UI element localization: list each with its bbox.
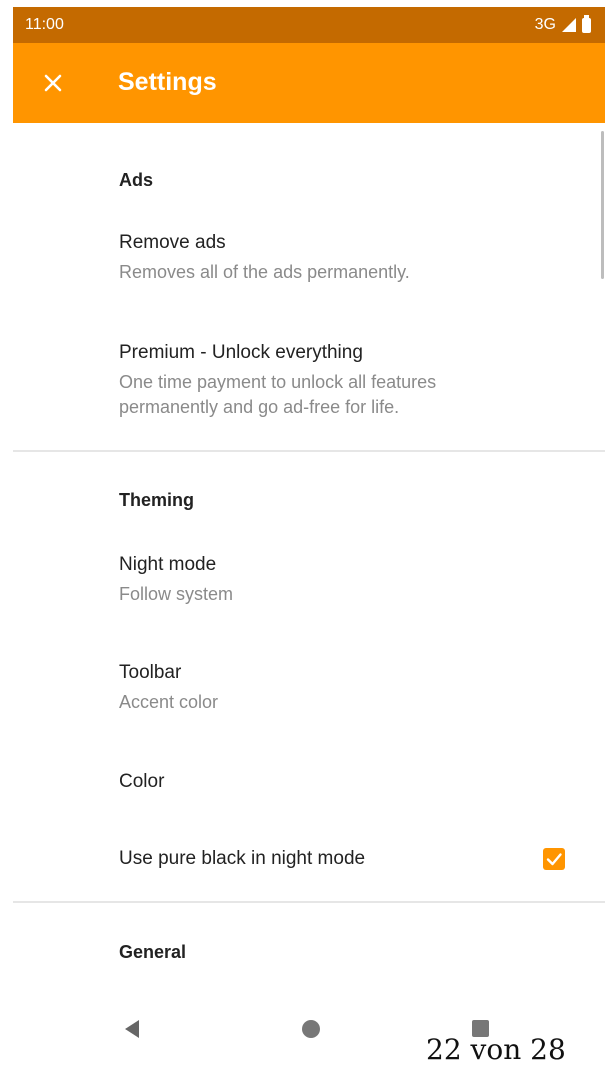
- close-icon[interactable]: [41, 71, 65, 95]
- category-theming: Theming: [119, 490, 194, 510]
- pref-summary: Removes all of the ads permanently.: [119, 262, 410, 282]
- status-time: 11:00: [25, 16, 64, 33]
- pure-black-checkbox[interactable]: [543, 848, 565, 870]
- pref-summary: Follow system: [119, 584, 234, 604]
- category-general: General: [119, 942, 187, 962]
- page-title: Settings: [118, 68, 217, 96]
- pref-summary: One time payment to unlock all features …: [119, 370, 575, 420]
- toolbar: Settings: [13, 43, 605, 123]
- battery-icon: [582, 14, 591, 33]
- settings-list[interactable]: Ads Remove ads Removes all of the ads pe…: [13, 123, 605, 1007]
- status-icons: 3G: [534, 14, 591, 34]
- phone-screen: 11:00 3G Settings Ads Remove ads Removes…: [13, 7, 605, 1057]
- pref-summary-line: permanently and go ad-free for life.: [119, 397, 400, 417]
- pref-pure-black[interactable]: Use pure black in night mode: [119, 848, 605, 870]
- pref-color[interactable]: Color: [119, 771, 575, 793]
- checkmark-icon: [546, 853, 562, 866]
- signal-icon: [562, 18, 576, 32]
- scrollbar[interactable]: [601, 131, 604, 279]
- pref-summary: Accent color: [119, 692, 219, 712]
- home-icon[interactable]: [302, 1020, 320, 1038]
- status-bar: 11:00 3G: [13, 7, 605, 43]
- pref-premium[interactable]: Premium - Unlock everything One time pay…: [119, 342, 575, 420]
- pref-title: Color: [119, 771, 165, 792]
- pref-title: Toolbar: [119, 662, 182, 683]
- network-type: 3G: [534, 16, 556, 33]
- section-divider: [13, 901, 605, 903]
- pref-title: Night mode: [119, 554, 217, 575]
- pref-night-mode[interactable]: Night mode Follow system: [119, 554, 575, 607]
- pref-summary-line: One time payment to unlock all features: [119, 372, 437, 392]
- pref-toolbar[interactable]: Toolbar Accent color: [119, 662, 575, 715]
- section-divider: [13, 450, 605, 452]
- category-ads: Ads: [119, 170, 154, 190]
- pref-title: Use pure black in night mode: [119, 848, 366, 869]
- pref-title: Remove ads: [119, 232, 226, 253]
- pref-title: Premium - Unlock everything: [119, 342, 363, 363]
- back-icon[interactable]: [125, 1020, 139, 1038]
- pref-remove-ads[interactable]: Remove ads Removes all of the ads perman…: [119, 232, 575, 285]
- page-counter: 22 von 28: [426, 1033, 566, 1066]
